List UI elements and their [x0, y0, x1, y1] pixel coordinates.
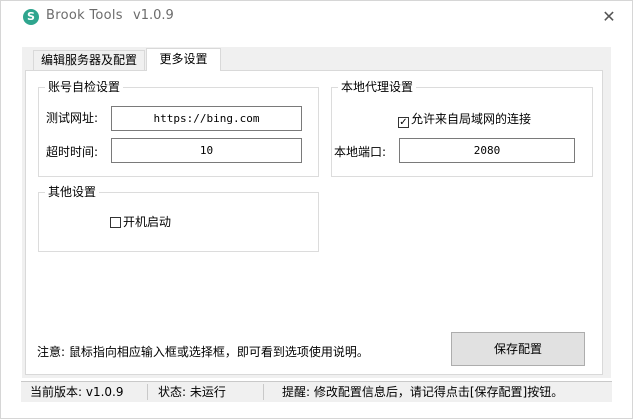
group-account-check-title: 账号自检设置 [45, 79, 124, 95]
group-other-settings: 其他设置 开机启动 [38, 184, 319, 252]
timeout-input[interactable] [111, 138, 302, 163]
close-icon[interactable]: ✕ [594, 7, 624, 27]
tab-more-settings[interactable]: 更多设置 [146, 48, 221, 71]
test-url-label: 测试网址: [46, 111, 99, 125]
status-bar: 当前版本: v1.0.9 状态: 未运行 提醒: 修改配置信息后，请记得点击[保… [21, 381, 612, 402]
window-title: Brook Tools [46, 8, 123, 23]
allow-lan-label: 允许来自局域网的连接 [411, 112, 532, 126]
tab-edit-server[interactable]: 编辑服务器及配置 [33, 50, 145, 71]
app-window: S Brook Tools v1.0.9 ✕ 编辑服务器及配置 更多设置 账号自… [0, 0, 633, 419]
autostart-label: 开机启动 [123, 215, 172, 229]
local-port-input[interactable] [399, 138, 575, 163]
allow-lan-checkbox[interactable]: ✓ 允许来自局域网的连接 [398, 111, 532, 128]
local-port-label: 本地端口: [334, 145, 387, 159]
timeout-label: 超时时间: [46, 145, 99, 159]
autostart-checkbox[interactable]: 开机启动 [110, 214, 171, 230]
group-local-proxy: 本地代理设置 ✓ 允许来自局域网的连接 本地端口: [331, 79, 593, 177]
save-config-button[interactable]: 保存配置 [451, 332, 585, 366]
status-state: 状态: 未运行 [158, 385, 226, 399]
status-divider [147, 384, 148, 400]
allow-lan-checkbox-box[interactable]: ✓ [398, 117, 409, 128]
group-local-proxy-title: 本地代理设置 [338, 79, 417, 95]
group-other-settings-title: 其他设置 [45, 184, 100, 200]
brook-logo-icon: S [23, 9, 39, 25]
status-hint: 提醒: 修改配置信息后，请记得点击[保存配置]按钮。 [282, 385, 564, 399]
autostart-checkbox-box[interactable] [110, 217, 121, 228]
title-bar[interactable]: S Brook Tools v1.0.9 ✕ [1, 1, 632, 31]
hint-note: 注意: 鼠标指向相应输入框或选择框，即可看到选项使用说明。 [37, 345, 369, 359]
test-url-input[interactable] [111, 106, 302, 131]
group-account-check: 账号自检设置 测试网址: 超时时间: [38, 79, 319, 177]
tab-panel-more-settings: 账号自检设置 测试网址: 超时时间: 本地代理设置 ✓允许来自局域网的连接 本地… [25, 70, 603, 375]
window-version: v1.0.9 [133, 8, 174, 23]
status-version: 当前版本: v1.0.9 [30, 385, 124, 399]
status-divider [263, 384, 264, 400]
